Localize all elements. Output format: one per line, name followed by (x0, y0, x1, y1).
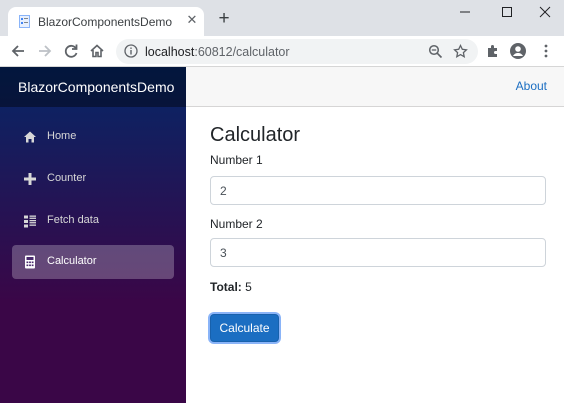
maximize-icon[interactable] (497, 4, 517, 20)
reload-icon[interactable] (62, 42, 80, 60)
about-link[interactable]: About (516, 79, 547, 93)
total-value: 5 (245, 280, 252, 294)
sidebar-item-label: Home (47, 130, 77, 142)
extensions-icon[interactable] (484, 42, 502, 60)
brand-name: BlazorComponentsDemo (18, 79, 175, 95)
number1-field[interactable] (210, 176, 546, 205)
url-text: localhost:60812/calculator (145, 45, 290, 59)
page-title: Calculator (210, 124, 301, 146)
sidebar: BlazorComponentsDemo Home Counter Fetch … (0, 67, 186, 403)
total-label: Total: (210, 280, 242, 294)
navbar-brand[interactable]: BlazorComponentsDemo (0, 67, 186, 107)
sidebar-item-fetch-data[interactable]: Fetch data (12, 204, 174, 238)
plus-icon (24, 173, 36, 185)
number2-label: Number 2 (210, 217, 263, 231)
home-page-icon[interactable] (88, 42, 106, 60)
top-row: About (186, 67, 564, 107)
total-display: Total: 5 (210, 280, 252, 294)
home-icon (24, 131, 36, 143)
back-icon[interactable] (9, 42, 27, 60)
page-icon (19, 15, 30, 28)
close-window-icon[interactable] (535, 4, 555, 20)
sidebar-item-label: Counter (47, 172, 87, 184)
sidebar-item-calculator[interactable]: Calculator (12, 245, 174, 279)
url-host: localhost (145, 45, 195, 59)
address-bar[interactable]: localhost:60812/calculator (116, 39, 478, 64)
number1-input[interactable] (211, 177, 545, 204)
sidebar-item-home[interactable]: Home (12, 120, 174, 154)
calculate-button[interactable]: Calculate (210, 314, 279, 342)
browser-tab[interactable]: BlazorComponentsDemo ✕ (8, 7, 204, 36)
forward-icon[interactable] (36, 42, 54, 60)
number1-label: Number 1 (210, 153, 263, 167)
sidebar-item-label: Fetch data (47, 214, 99, 226)
number2-input[interactable] (211, 239, 545, 266)
calculator-icon (25, 255, 35, 269)
number2-field[interactable] (210, 238, 546, 267)
tab-title: BlazorComponentsDemo (38, 15, 173, 29)
sidebar-item-label: Calculator (47, 255, 97, 267)
bookmark-star-icon[interactable] (453, 44, 468, 59)
browser-toolbar: localhost:60812/calculator (0, 36, 564, 67)
site-info-icon[interactable] (124, 44, 138, 58)
profile-avatar-icon[interactable] (509, 42, 527, 60)
list-icon (24, 215, 36, 228)
url-path: :60812/calculator (194, 45, 290, 59)
more-menu-icon[interactable] (537, 42, 555, 60)
minimize-icon[interactable] (455, 4, 475, 20)
browser-tab-strip: BlazorComponentsDemo ✕ + (0, 0, 564, 36)
close-tab-icon[interactable]: ✕ (185, 13, 199, 27)
zoom-icon[interactable] (428, 44, 443, 59)
sidebar-item-counter[interactable]: Counter (12, 162, 174, 196)
new-tab-icon[interactable]: + (215, 9, 233, 28)
